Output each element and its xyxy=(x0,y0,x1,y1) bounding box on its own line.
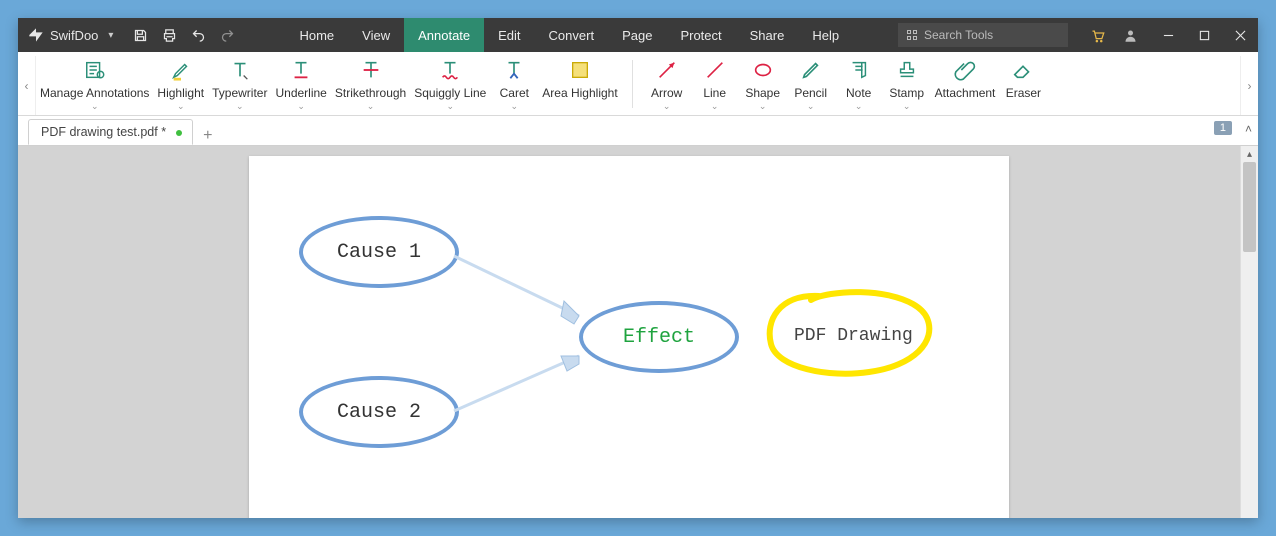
scroll-up-icon[interactable]: ▴ xyxy=(1241,146,1258,162)
manage-annotations-icon xyxy=(84,59,106,81)
maximize-button[interactable] xyxy=(1186,18,1222,52)
document-tab[interactable]: PDF drawing test.pdf * xyxy=(28,119,193,145)
search-tools[interactable]: Search Tools xyxy=(898,23,1068,47)
ribbon-tools: Manage Annotations⌄ Highlight⌄ Typewrite… xyxy=(36,56,1240,115)
vertical-scrollbar[interactable]: ▴ xyxy=(1240,146,1258,518)
area-highlight-icon xyxy=(569,59,591,81)
menu-protect[interactable]: Protect xyxy=(666,18,735,52)
new-tab-button[interactable]: + xyxy=(193,127,222,145)
arrow-icon xyxy=(656,59,678,81)
arrow-cause2-effect[interactable] xyxy=(449,346,609,426)
pdf-page[interactable]: Cause 1 Cause 2 Effect xyxy=(249,156,1009,518)
menu-page[interactable]: Page xyxy=(608,18,666,52)
search-placeholder: Search Tools xyxy=(924,28,993,42)
shape-cause2-text: Cause 2 xyxy=(337,401,421,424)
document-tab-label: PDF drawing test.pdf * xyxy=(41,125,166,139)
menu-share[interactable]: Share xyxy=(736,18,799,52)
caret-icon xyxy=(503,59,525,81)
document-tabs: PDF drawing test.pdf * + 1 ˄ xyxy=(18,116,1258,146)
scroll-thumb[interactable] xyxy=(1243,162,1256,252)
app-window: SwifDoo ▾ Home View Annotate Edit Conver… xyxy=(18,18,1258,518)
tool-stamp[interactable]: Stamp⌄ xyxy=(883,56,931,112)
workspace: Cause 1 Cause 2 Effect xyxy=(18,146,1258,518)
tool-underline[interactable]: Underline⌄ xyxy=(271,56,330,112)
tool-attachment[interactable]: Attachment xyxy=(931,56,1000,100)
line-icon xyxy=(704,59,726,81)
menu-view[interactable]: View xyxy=(348,18,404,52)
close-button[interactable] xyxy=(1222,18,1258,52)
tool-note[interactable]: Note⌄ xyxy=(835,56,883,112)
menu-annotate[interactable]: Annotate xyxy=(404,18,484,52)
tool-highlight[interactable]: Highlight⌄ xyxy=(153,56,208,112)
tool-pencil[interactable]: Pencil⌄ xyxy=(787,56,835,112)
eraser-icon xyxy=(1012,59,1034,81)
ribbon-scroll-right[interactable]: › xyxy=(1240,56,1258,115)
shape-cause1-text: Cause 1 xyxy=(337,241,421,264)
shape-cause1[interactable]: Cause 1 xyxy=(299,216,459,288)
tool-typewriter[interactable]: Typewriter⌄ xyxy=(208,56,271,112)
tool-line[interactable]: Line⌄ xyxy=(691,56,739,112)
undo-icon[interactable] xyxy=(191,28,206,43)
tool-area-highlight[interactable]: Area Highlight xyxy=(538,56,621,100)
app-brand[interactable]: SwifDoo ▾ xyxy=(18,18,123,52)
app-logo-icon xyxy=(28,27,44,43)
grid-icon xyxy=(906,29,918,41)
tool-manage-annotations[interactable]: Manage Annotations⌄ xyxy=(36,56,153,112)
minimize-button[interactable] xyxy=(1150,18,1186,52)
ribbon-separator xyxy=(632,60,633,108)
note-icon xyxy=(848,59,870,81)
tool-arrow[interactable]: Arrow⌄ xyxy=(643,56,691,112)
page-indicator: 1 xyxy=(1214,121,1232,135)
annotation-text[interactable]: PDF Drawing xyxy=(794,326,913,346)
arrow-cause1-effect[interactable] xyxy=(449,246,609,336)
attachment-icon xyxy=(954,59,976,81)
collapse-ribbon-icon[interactable]: ˄ xyxy=(1245,122,1252,136)
shape-effect-text: Effect xyxy=(623,326,695,349)
redo-icon[interactable] xyxy=(220,28,235,43)
tool-strikethrough[interactable]: Strikethrough⌄ xyxy=(331,56,410,112)
menu-help[interactable]: Help xyxy=(798,18,853,52)
window-controls xyxy=(1150,18,1258,52)
typewriter-icon xyxy=(229,59,251,81)
pencil-icon xyxy=(800,59,822,81)
strikethrough-icon xyxy=(360,59,382,81)
menu-edit[interactable]: Edit xyxy=(484,18,534,52)
print-icon[interactable] xyxy=(162,28,177,43)
highlight-icon xyxy=(170,59,192,81)
menu-convert[interactable]: Convert xyxy=(535,18,609,52)
cart-icon[interactable] xyxy=(1090,28,1105,43)
shape-icon xyxy=(752,59,774,81)
menu-home[interactable]: Home xyxy=(285,18,348,52)
titlebar: SwifDoo ▾ Home View Annotate Edit Conver… xyxy=(18,18,1258,52)
tool-caret[interactable]: Caret⌄ xyxy=(490,56,538,112)
squiggly-icon xyxy=(439,59,461,81)
titlebar-right: Search Tools xyxy=(888,18,1258,52)
shape-cause2[interactable]: Cause 2 xyxy=(299,376,459,448)
stamp-icon xyxy=(896,59,918,81)
underline-icon xyxy=(290,59,312,81)
unsaved-indicator-icon xyxy=(176,130,182,136)
ribbon-scroll-left[interactable]: ‹ xyxy=(18,56,36,115)
brand-dropdown-icon: ▾ xyxy=(104,30,113,41)
save-icon[interactable] xyxy=(133,28,148,43)
app-name: SwifDoo xyxy=(50,28,98,43)
tool-squiggly[interactable]: Squiggly Line⌄ xyxy=(410,56,490,112)
main-menu: Home View Annotate Edit Convert Page Pro… xyxy=(285,18,853,52)
user-icon[interactable] xyxy=(1123,28,1138,43)
tool-eraser[interactable]: Eraser xyxy=(999,56,1047,100)
quick-actions xyxy=(123,18,245,52)
tool-shape[interactable]: Shape⌄ xyxy=(739,56,787,112)
ribbon: ‹ Manage Annotations⌄ Highlight⌄ Typewri… xyxy=(18,52,1258,116)
